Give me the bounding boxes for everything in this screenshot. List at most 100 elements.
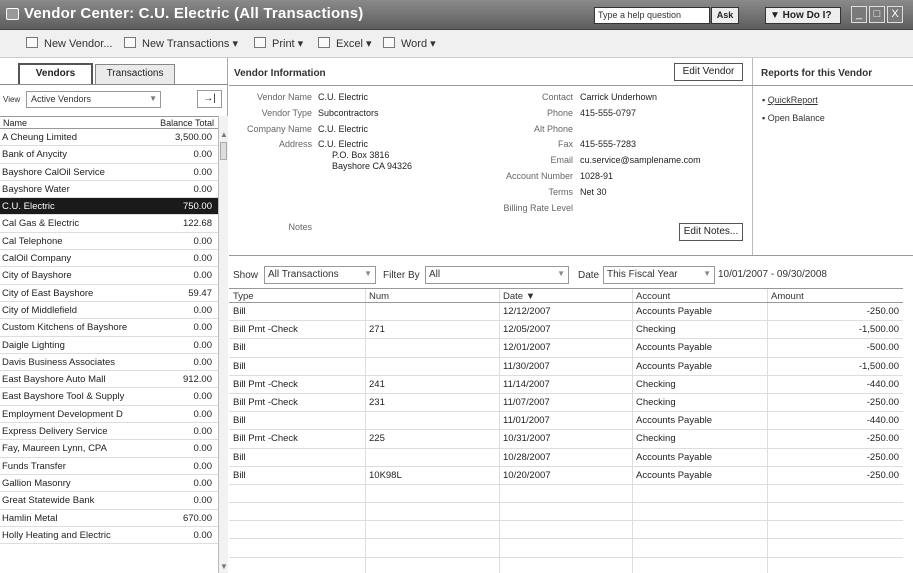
help-search-input[interactable]: Type a help question (594, 7, 710, 24)
date-range-text: 10/01/2007 - 09/30/2008 (718, 269, 827, 280)
transaction-row[interactable]: Bill Pmt -Check 241 11/14/2007 Checking -440… (229, 376, 903, 394)
transaction-row[interactable]: Bill Pmt -Check 271 12/05/2007 Checking -1,5… (229, 321, 903, 340)
vendor-list-item[interactable]: East Bayshore Auto Mall 912.00 (0, 371, 218, 389)
vendor-list-item[interactable]: Fay, Maureen Lynn, CPA 0.00 (0, 440, 218, 458)
vendor-list-item[interactable]: Bayshore CalOil Service 0.00 (0, 164, 218, 181)
transaction-row[interactable]: Bill Pmt -Check 225 10/31/2007 Checking -250… (229, 430, 903, 449)
transaction-account: Accounts Payable (636, 415, 713, 427)
scroll-down-icon[interactable]: ▼ (220, 562, 228, 571)
col-date-header[interactable]: Date ▼ (503, 291, 535, 302)
empty-row (229, 521, 903, 540)
date-dropdown[interactable]: This Fiscal Year ▼ (603, 266, 715, 284)
vendor-list-item[interactable]: Cal Gas & Electric 122.68 (0, 215, 218, 233)
vendor-list-item[interactable]: East Bayshore Tool & Supply 0.00 (0, 388, 218, 406)
vendor-list-item[interactable]: CalOil Company 0.00 (0, 250, 218, 268)
email-value[interactable]: cu.service@samplename.com (580, 155, 701, 165)
transaction-row[interactable]: Bill 12/12/2007 Accounts Payable -250.00 (229, 303, 903, 322)
transaction-row[interactable]: Bill 12/01/2007 Accounts Payable -500.00 (229, 339, 903, 358)
quickreport-link[interactable]: ▪ QuickReport (762, 95, 818, 105)
vendor-list-item[interactable]: Hamlin Metal 670.00 (0, 510, 218, 527)
col-amount-header[interactable]: Amount (771, 291, 804, 302)
vendor-list-item[interactable]: Great Statewide Bank 0.00 (0, 492, 218, 510)
vendor-list-item[interactable]: Custom Kitchens of Bayshore 0.00 (0, 319, 218, 337)
edit-notes-button[interactable]: Edit Notes... (679, 223, 743, 241)
transaction-date: 12/01/2007 (503, 342, 551, 354)
new-vendor-button[interactable]: New Vendor... (26, 37, 113, 50)
filter-by-dropdown[interactable]: All ▼ (425, 266, 569, 284)
col-num-header[interactable]: Num (369, 291, 389, 302)
close-button[interactable]: X (887, 6, 903, 23)
vendor-type-value: Subcontractors (318, 108, 379, 118)
print-button[interactable]: Print ▾ (254, 37, 303, 50)
col-type-header[interactable]: Type (233, 291, 254, 302)
new-transactions-label: New Transactions ▾ (142, 38, 239, 50)
col-name-header[interactable]: Name (3, 118, 27, 128)
vendor-list-item[interactable]: Holly Heating and Electric 0.00 (0, 527, 218, 545)
vendor-list-item[interactable]: Bayshore Water 0.00 (0, 181, 218, 199)
col-account-header[interactable]: Account (636, 291, 670, 302)
tab-vendors[interactable]: Vendors (18, 63, 93, 85)
ask-button[interactable]: Ask (711, 7, 739, 24)
vendor-balance: 0.00 (193, 166, 213, 178)
transaction-amount: -500.00 (866, 342, 899, 354)
excel-button[interactable]: Excel ▾ (318, 37, 371, 50)
vendor-list-item[interactable]: City of Bayshore 0.00 (0, 267, 218, 285)
tab-transactions[interactable]: Transactions (95, 64, 175, 84)
transaction-amount: -1,500.00 (858, 360, 899, 372)
minimize-button[interactable]: _ (851, 6, 867, 23)
fax-value: 415-555-7283 (580, 139, 637, 149)
vendor-balance: 0.00 (193, 339, 213, 351)
email-label: Email (550, 155, 573, 165)
transaction-type: Bill (233, 469, 246, 481)
address-line-2: P.O. Box 3816 (332, 150, 390, 160)
vendor-list-item[interactable]: Cal Telephone 0.00 (0, 233, 218, 251)
phone-value: 415-555-0797 (580, 108, 637, 118)
transaction-type: Bill Pmt -Check (233, 396, 298, 408)
open-balance-link[interactable]: ▪ Open Balance (762, 113, 825, 123)
vendor-balance: 0.00 (193, 495, 213, 507)
transaction-row[interactable]: Bill 10/28/2007 Accounts Payable -250.00 (229, 449, 903, 467)
vendor-balance: 0.00 (193, 426, 213, 438)
vendor-list-item[interactable]: City of East Bayshore 59.47 (0, 285, 218, 302)
vendor-type-label: Vendor Type (261, 108, 312, 118)
view-dropdown[interactable]: Active Vendors ▼ (26, 91, 161, 108)
terms-value: Net 30 (580, 187, 607, 197)
scroll-thumb[interactable] (220, 142, 227, 160)
vendor-list-item[interactable]: Express Delivery Service 0.00 (0, 423, 218, 441)
vendor-list-item[interactable]: City of Middlefield 0.00 (0, 302, 218, 320)
transaction-row[interactable]: Bill 10K98L 10/20/2007 Accounts Payable -250… (229, 467, 903, 485)
word-button[interactable]: Word ▾ (383, 37, 436, 50)
vendor-list-item[interactable]: Gallion Masonry 0.00 (0, 475, 218, 493)
new-transactions-button[interactable]: New Transactions ▾ (124, 37, 238, 50)
vendor-list-item[interactable]: Funds Transfer 0.00 (0, 458, 218, 475)
phone-label: Phone (546, 108, 573, 118)
vendor-list: A Cheung Limited 3,500.00 Bank of Anycity 0… (0, 129, 218, 545)
vendor-name: Bank of Anycity (2, 149, 67, 161)
vendor-list-item[interactable]: Daigle Lighting 0.00 (0, 337, 218, 354)
transaction-row[interactable]: Bill 11/30/2007 Accounts Payable -1,500.00 (229, 358, 903, 376)
transaction-date: 11/01/2007 (503, 415, 550, 427)
col-balance-header[interactable]: Balance Total (160, 118, 214, 128)
vendor-name: City of Middlefield (2, 304, 77, 316)
edit-vendor-button[interactable]: Edit Vendor (674, 63, 743, 81)
vendor-list-scrollbar[interactable]: ▲ ▼ (218, 116, 228, 573)
transaction-type: Bill (233, 342, 246, 354)
show-dropdown[interactable]: All Transactions ▼ (264, 266, 376, 284)
vendor-list-item[interactable]: A Cheung Limited 3,500.00 (0, 129, 218, 147)
maximize-button[interactable]: □ (869, 6, 885, 23)
vendor-name: Cal Telephone (2, 235, 63, 247)
expand-view-button[interactable]: →| (197, 90, 222, 108)
vendor-name: City of Bayshore (2, 270, 72, 282)
transaction-row[interactable]: Bill 11/01/2007 Accounts Payable -440.00 (229, 412, 903, 431)
how-do-i-button[interactable]: ▼ How Do I? (765, 7, 841, 24)
scroll-up-icon[interactable]: ▲ (220, 130, 228, 139)
transaction-row[interactable]: Bill Pmt -Check 231 11/07/2007 Checking -250… (229, 394, 903, 413)
transaction-account: Accounts Payable (636, 342, 713, 354)
vendor-list-item[interactable]: C.U. Electric 750.00 (0, 198, 218, 216)
date-label: Date (578, 270, 600, 281)
vendor-list-item[interactable]: Bank of Anycity 0.00 (0, 146, 218, 164)
vendor-list-item[interactable]: Employment Development D 0.00 (0, 406, 218, 424)
vendor-list-item[interactable]: Davis Business Associates 0.00 (0, 354, 218, 372)
vendor-name: City of East Bayshore (2, 287, 94, 299)
view-dropdown-value: Active Vendors (31, 94, 92, 104)
